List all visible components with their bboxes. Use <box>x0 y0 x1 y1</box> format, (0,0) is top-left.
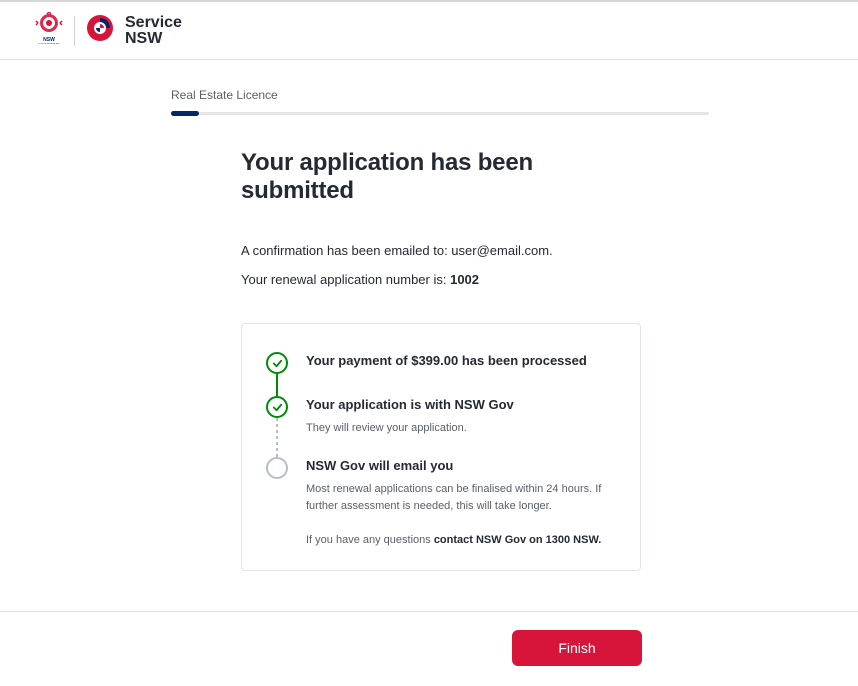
step-icon-column <box>266 457 288 546</box>
renewal-prefix: Your renewal application number is: <box>241 272 450 287</box>
step-description: They will review your application. <box>306 420 616 437</box>
logo-divider <box>74 16 75 46</box>
step-description: Most renewal applications can be finalis… <box>306 481 616 514</box>
service-text-line1: Service <box>125 15 182 31</box>
renewal-number: 1002 <box>450 272 479 287</box>
check-circle-icon <box>266 352 288 374</box>
renewal-number-line: Your renewal application number is: 1002 <box>241 272 641 287</box>
progress-track <box>171 112 709 115</box>
nsw-gov-logo-icon: NSW GOVERNMENT <box>34 12 64 49</box>
step-body: Your application is with NSW Gov They wi… <box>306 396 616 457</box>
site-header: NSW GOVERNMENT Service NSW <box>0 2 858 60</box>
contact-prefix: If you have any questions <box>306 534 434 546</box>
content-body: Your application has been submitted A co… <box>241 149 641 571</box>
contact-line: If you have any questions contact NSW Go… <box>306 534 616 546</box>
service-nsw-logo-icon <box>85 13 115 48</box>
step-connector <box>276 374 278 396</box>
footer-bar: Finish <box>0 611 858 686</box>
pending-circle-icon <box>266 457 288 479</box>
service-text-line2: NSW <box>125 31 182 47</box>
progress-section: Real Estate Licence <box>171 88 709 115</box>
step-body: Your payment of $399.00 has been process… <box>306 352 616 396</box>
status-card: Your payment of $399.00 has been process… <box>241 323 641 571</box>
finish-button[interactable]: Finish <box>512 630 642 666</box>
step-body: NSW Gov will email you Most renewal appl… <box>306 457 616 546</box>
confirmation-email: user@email.com. <box>451 243 552 258</box>
page-title: Your application has been submitted <box>241 149 641 205</box>
step-connector <box>276 418 278 457</box>
step-review: Your application is with NSW Gov They wi… <box>266 396 616 457</box>
step-email: NSW Gov will email you Most renewal appl… <box>266 457 616 546</box>
svg-text:GOVERNMENT: GOVERNMENT <box>38 42 60 44</box>
main-content: Real Estate Licence Your application has… <box>0 60 858 611</box>
confirmation-email-line: A confirmation has been emailed to: user… <box>241 243 641 258</box>
progress-fill <box>171 111 199 116</box>
step-title: Your application is with NSW Gov <box>306 396 616 414</box>
contact-phone: contact NSW Gov on 1300 NSW. <box>434 534 601 546</box>
logo-group: NSW GOVERNMENT Service NSW <box>34 12 182 49</box>
progress-label: Real Estate Licence <box>171 88 709 102</box>
check-circle-icon <box>266 396 288 418</box>
step-icon-column <box>266 352 288 396</box>
step-icon-column <box>266 396 288 457</box>
step-title: NSW Gov will email you <box>306 457 616 475</box>
step-payment: Your payment of $399.00 has been process… <box>266 352 616 396</box>
step-title: Your payment of $399.00 has been process… <box>306 352 616 370</box>
confirmation-prefix: A confirmation has been emailed to: <box>241 243 451 258</box>
service-nsw-wordmark: Service NSW <box>125 15 182 47</box>
